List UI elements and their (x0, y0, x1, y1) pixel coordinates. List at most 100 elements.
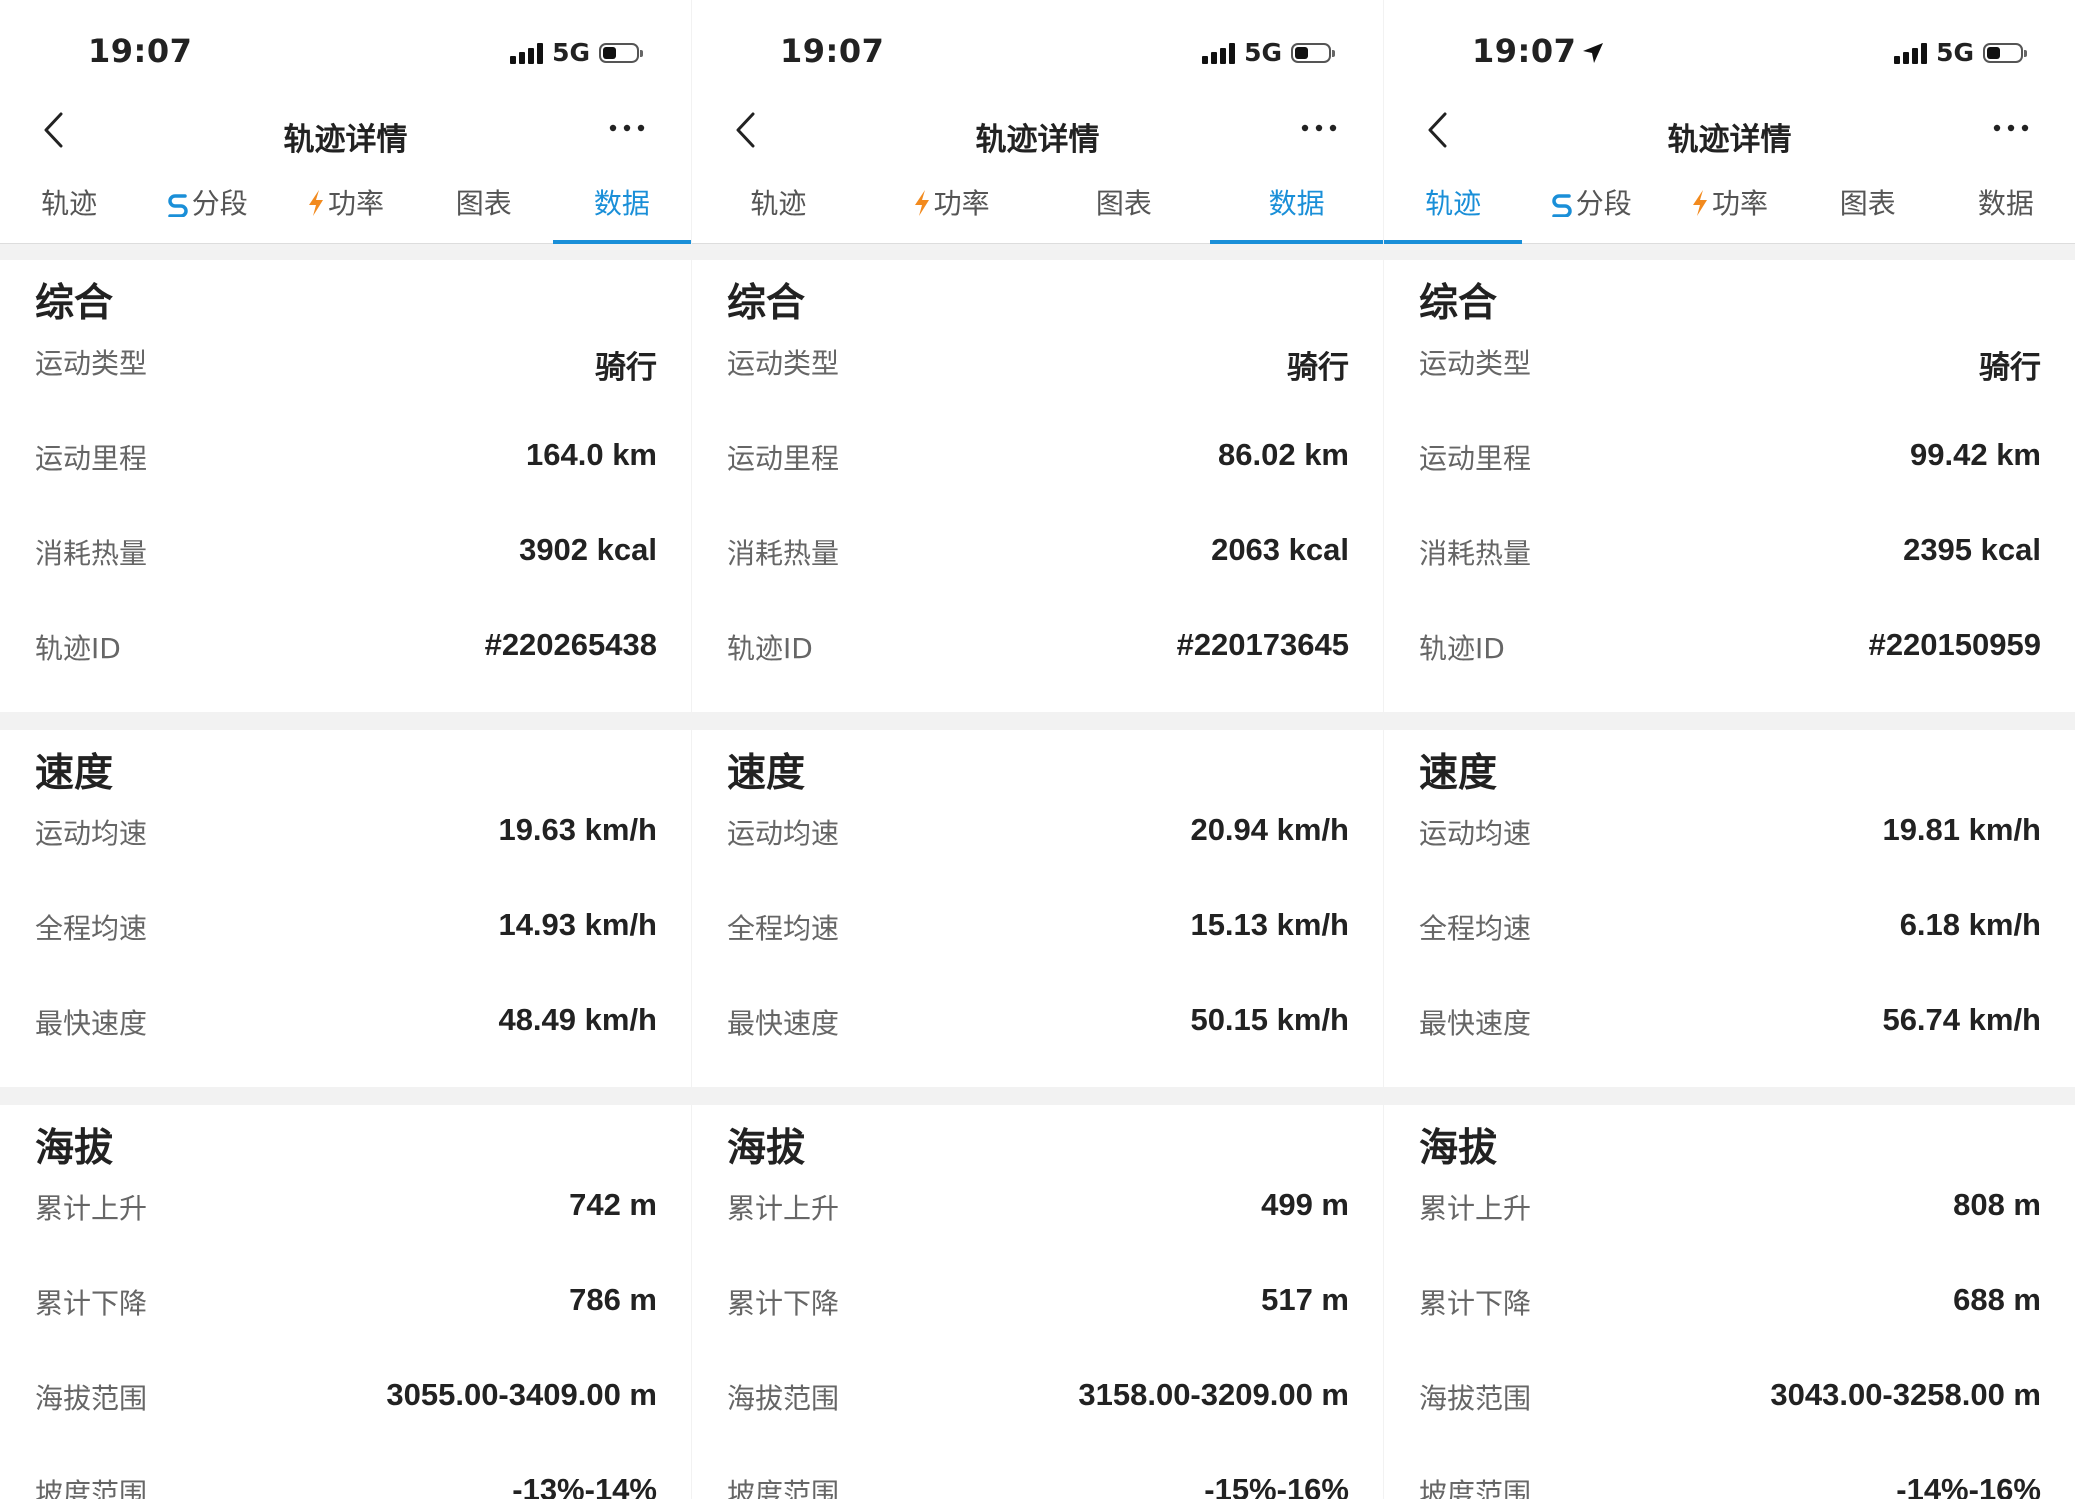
data-row: 累计下降 786 m (35, 1272, 657, 1367)
row-value: 3043.00-3258.00 m (1770, 1377, 2041, 1412)
tab-label: 图表 (1095, 187, 1152, 220)
more-button[interactable] (1991, 118, 2031, 138)
row-value: 517 m (1261, 1282, 1349, 1317)
tab-3[interactable]: 图表 (1799, 168, 1937, 243)
row-value: 86.02 km (1218, 437, 1349, 472)
data-row: 海拔范围 3158.00-3209.00 m (727, 1367, 1349, 1462)
section-title: 综合 (1419, 281, 1498, 326)
row-value: #220150959 (1868, 627, 2041, 662)
title-bar: 轨迹详情 (692, 100, 1383, 168)
status-time: 19:07 (780, 32, 884, 70)
data-row: 运动里程 86.02 km (727, 427, 1349, 522)
screenshot-collage: 19:07 5G 轨迹详情 轨迹 分段 功率 图表 数据 综合 运动类型 骑行 运动里程 164.0 k… (0, 0, 2075, 1499)
tab-2[interactable]: 功率 (1660, 168, 1798, 243)
phone-screen-2: 19:07 5G 轨迹详情 轨迹 功率 图表 数据 综合 运动类型 骑行 运动里程 86.02 km 消… (692, 0, 1383, 1499)
status-icons: 5G (1894, 38, 2027, 67)
section-title: 海拔 (1419, 1126, 1498, 1171)
row-value: 骑行 (1287, 350, 1349, 385)
row-label: 全程均速 (727, 912, 840, 945)
row-label: 运动类型 (35, 347, 148, 380)
row-label: 海拔范围 (1419, 1382, 1532, 1415)
section-title: 海拔 (35, 1126, 114, 1171)
more-dots-icon (1301, 124, 1337, 132)
data-row: 运动均速 19.81 km/h (1419, 802, 2041, 897)
row-value: 19.81 km/h (1882, 812, 2041, 847)
segment-s-icon (1552, 194, 1572, 218)
data-row: 运动类型 骑行 (1419, 332, 2041, 427)
row-value: 50.15 km/h (1190, 1002, 1349, 1037)
row-value: #220173645 (1176, 627, 1349, 662)
data-row: 运动均速 19.63 km/h (35, 802, 657, 897)
tab-label: 图表 (1839, 187, 1896, 220)
divider (0, 244, 691, 260)
signal-bar (1229, 42, 1236, 64)
data-row: 运动里程 99.42 km (1419, 427, 2041, 522)
tab-2[interactable]: 功率 (276, 168, 414, 243)
status-time: 19:07 (88, 32, 192, 70)
tab-3[interactable]: 数据 (1210, 168, 1383, 244)
row-value: 3902 kcal (519, 532, 657, 567)
battery-level (603, 46, 616, 59)
tab-2[interactable]: 图表 (1038, 168, 1211, 243)
row-label: 运动类型 (1419, 347, 1532, 380)
tab-4[interactable]: 数据 (1937, 168, 2075, 243)
more-button[interactable] (607, 118, 647, 138)
tab-0[interactable]: 轨迹 (692, 168, 865, 243)
row-value: 808 m (1953, 1187, 2041, 1222)
lightning-icon (914, 190, 929, 216)
section-divider (1384, 712, 2075, 730)
section-title: 速度 (1419, 751, 1498, 796)
row-label: 海拔范围 (35, 1382, 148, 1415)
data-row: 全程均速 15.13 km/h (727, 897, 1349, 992)
signal-bar (1903, 51, 1910, 64)
data-row: 累计下降 517 m (727, 1272, 1349, 1367)
data-row: 坡度范围 -13%-14% (35, 1462, 657, 1499)
data-row: 全程均速 6.18 km/h (1419, 897, 2041, 992)
row-value: 20.94 km/h (1190, 812, 1349, 847)
data-row: 全程均速 14.93 km/h (35, 897, 657, 992)
tab-3[interactable]: 图表 (415, 168, 553, 243)
data-row: 海拔范围 3043.00-3258.00 m (1419, 1367, 2041, 1462)
tab-0[interactable]: 轨迹 (1384, 168, 1523, 244)
tab-0[interactable]: 轨迹 (0, 168, 138, 243)
lightning-icon (1693, 190, 1707, 216)
tab-1[interactable]: 分段 (138, 168, 276, 243)
location-arrow-svg (1583, 43, 1604, 63)
signal-icon (1202, 42, 1236, 64)
tab-label: 功率 (933, 187, 990, 220)
tab-1[interactable]: 分段 (1522, 168, 1660, 243)
row-value: 99.42 km (1910, 437, 2041, 472)
row-label: 累计下降 (727, 1287, 840, 1320)
row-value: -15%-16% (1204, 1472, 1349, 1499)
network-type: 5G (1936, 38, 1974, 67)
data-row: 坡度范围 -15%-16% (727, 1462, 1349, 1499)
row-label: 轨迹ID (1419, 632, 1505, 665)
row-value: 742 m (569, 1187, 657, 1222)
row-label: 坡度范围 (727, 1477, 840, 1499)
tab-label: 数据 (1977, 187, 2034, 220)
section-general: 综合 运动类型 骑行 运动里程 86.02 km 消耗热量 2063 kcal 轨迹ID #22… (692, 260, 1383, 712)
status-time-text: 19:07 (1472, 32, 1577, 70)
status-icons: 5G (510, 38, 643, 67)
tab-label: 图表 (455, 187, 512, 220)
row-value: 48.49 km/h (498, 1002, 657, 1037)
signal-bar (1912, 47, 1919, 64)
signal-bar (510, 55, 517, 64)
row-value: -13%-14% (512, 1472, 657, 1499)
row-label: 最快速度 (35, 1007, 148, 1040)
tab-1[interactable]: 功率 (865, 168, 1038, 243)
tab-bar: 轨迹 分段 功率 图表 数据 (0, 168, 691, 244)
tab-bar: 轨迹 功率 图表 数据 (692, 168, 1383, 244)
row-value: 14.93 km/h (498, 907, 657, 942)
signal-bar (1921, 42, 1928, 64)
data-row: 海拔范围 3055.00-3409.00 m (35, 1367, 657, 1462)
data-row: 运动里程 164.0 km (35, 427, 657, 522)
signal-icon (1894, 42, 1928, 64)
data-row: 消耗热量 2395 kcal (1419, 522, 2041, 617)
tab-label: 轨迹 (1425, 187, 1482, 220)
tab-label: 轨迹 (750, 187, 807, 220)
more-button[interactable] (1299, 118, 1339, 138)
signal-bar (1894, 55, 1901, 64)
tab-4[interactable]: 数据 (552, 168, 691, 244)
status-bar: 19:07 5G (1384, 0, 2075, 100)
